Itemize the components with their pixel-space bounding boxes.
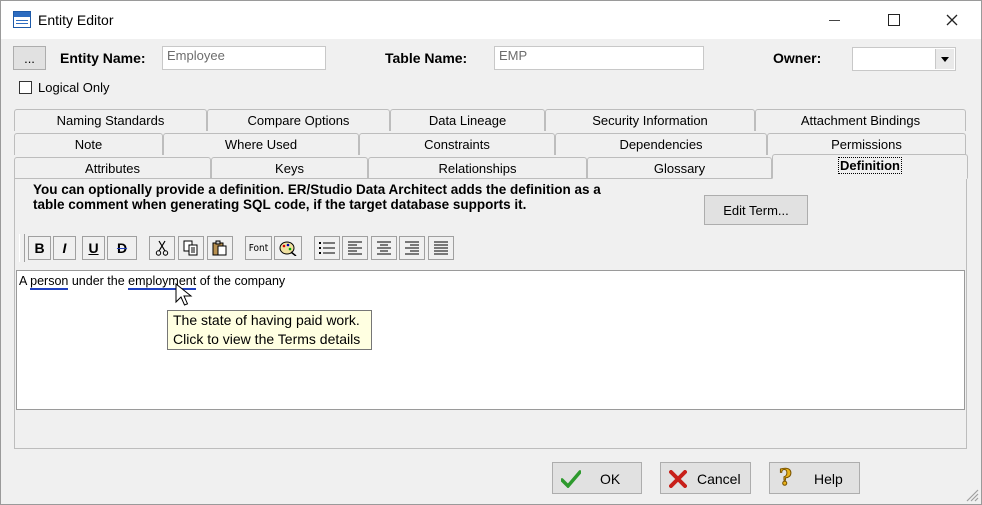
bold-button[interactable]: B [28,236,51,260]
resize-grip-icon[interactable] [963,486,979,502]
align-center-icon [377,241,391,255]
italic-button[interactable]: I [53,236,76,260]
cancel-button[interactable]: Cancel [660,462,751,494]
tab-attachment-bindings[interactable]: Attachment Bindings [755,109,966,131]
tab-keys[interactable]: Keys [211,157,368,179]
align-left-icon [348,241,362,255]
owner-select[interactable] [852,47,956,71]
chevron-down-icon [941,56,949,62]
tab-dependencies[interactable]: Dependencies [555,133,767,155]
maximize-button[interactable] [871,1,917,39]
paste-button[interactable] [207,236,233,260]
tab-where-used[interactable]: Where Used [163,133,359,155]
tab-constraints[interactable]: Constraints [359,133,555,155]
toolbar-grip [19,234,25,262]
tab-definition[interactable]: Definition [772,154,968,179]
justify-icon [434,241,448,255]
text-segment: under the [68,274,129,288]
instructions-line-1: You can optionally provide a definition.… [33,182,601,197]
close-button[interactable] [929,1,975,39]
dropdown-button[interactable] [935,49,954,69]
logical-only-checkbox[interactable] [19,81,32,94]
tab-definition-label: Definition [838,157,902,174]
align-right-button[interactable] [399,236,425,260]
strikeout-button[interactable]: D [107,236,137,260]
term-tooltip: The state of having paid work. Click to … [167,310,372,350]
logical-only-label: Logical Only [38,80,110,95]
tab-data-lineage[interactable]: Data Lineage [390,109,545,131]
checkmark-icon [561,470,581,488]
justify-button[interactable] [428,236,454,260]
help-button[interactable]: ? Help [769,462,860,494]
align-center-button[interactable] [371,236,397,260]
app-icon [13,11,31,28]
text-segment: of the company [196,274,286,288]
bullets-button[interactable] [314,236,340,260]
help-label: Help [814,471,843,487]
underline-button[interactable]: U [82,236,105,260]
entity-name-input[interactable]: Employee [162,46,326,70]
tab-attributes[interactable]: Attributes [14,157,211,179]
definition-editor[interactable]: A person under the employment of the com… [16,270,965,410]
color-button[interactable] [274,236,302,260]
mouse-cursor-icon [175,283,193,306]
tooltip-line-1: The state of having paid work. [173,312,360,328]
ok-button[interactable]: OK [552,462,642,494]
glossary-term-person[interactable]: person [30,274,69,290]
tab-glossary[interactable]: Glossary [587,157,772,179]
paste-icon [212,240,227,256]
copy-button[interactable] [178,236,204,260]
font-button[interactable]: Font [245,236,272,260]
tab-note[interactable]: Note [14,133,163,155]
definition-text: A person under the employment of the com… [19,274,286,290]
minimize-button[interactable] [811,1,857,39]
close-icon [946,14,958,26]
maximize-icon [888,14,900,26]
palette-icon [279,241,297,256]
tab-security-information[interactable]: Security Information [545,109,755,131]
edit-term-button[interactable]: Edit Term... [704,195,808,225]
tab-permissions[interactable]: Permissions [767,133,966,155]
minimize-icon [828,19,840,21]
owner-label: Owner: [773,50,822,66]
instructions-line-2: table comment when generating SQL code, … [33,197,527,212]
tab-compare-options[interactable]: Compare Options [207,109,390,131]
table-name-label: Table Name: [385,50,468,66]
entity-name-label: Entity Name: [60,50,146,66]
title-bar: Entity Editor [1,1,981,39]
entity-editor-window: Entity Editor ... Entity Name: Employee … [0,0,982,505]
window-title: Entity Editor [38,12,114,28]
tooltip-line-2: Click to view the Terms details [173,331,361,347]
definition-instructions: You can optionally provide a definition.… [33,182,601,212]
browse-entity-button[interactable]: ... [13,46,46,70]
ok-label: OK [600,471,621,487]
align-left-button[interactable] [342,236,368,260]
tab-relationships[interactable]: Relationships [368,157,587,179]
text-segment: A [19,274,31,288]
copy-icon [183,240,198,256]
cut-button[interactable] [149,236,175,260]
align-right-icon [405,241,419,255]
x-icon [669,470,687,488]
cancel-label: Cancel [697,471,741,487]
table-name-input[interactable]: EMP [494,46,704,70]
tab-naming-standards[interactable]: Naming Standards [14,109,207,131]
bulleted-list-icon [319,242,335,254]
scissors-icon [155,240,169,256]
question-mark-icon: ? [779,465,793,492]
